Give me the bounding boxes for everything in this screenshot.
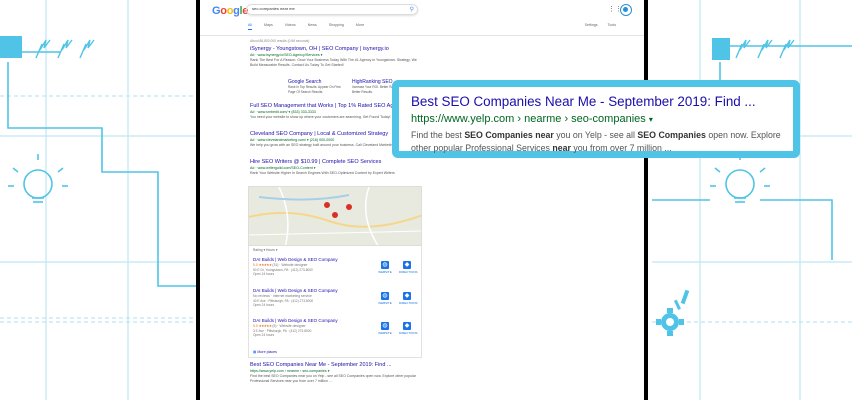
listing-meta: 50 E Dr, Youngstown, PA · (412) 273-8000…: [253, 268, 313, 277]
search-tools: Settings Tools: [585, 23, 616, 27]
globe-icon: ◍: [381, 292, 389, 300]
result-snippet: Find the best SEO Companies near you on …: [250, 374, 416, 383]
star-rating-icon: ★★★★★: [258, 263, 272, 267]
directions-icon: ◆: [403, 292, 411, 300]
website-button[interactable]: ◍ WEBSITE: [377, 261, 393, 274]
callout-snippet: Find the best SEO Companies near you on …: [411, 129, 786, 155]
search-input[interactable]: seo companies near me ⚲: [246, 4, 418, 15]
search-result-yelp: Best SEO Companies Near Me - September 2…: [250, 362, 550, 384]
result-snippet: Rank The Best For A Reason. Grow Your Bu…: [250, 58, 417, 67]
directions-label: DIRECTIONS: [399, 270, 418, 274]
listing-meta: 3 E Ave · Pittsburgh, PA · (412) 273-800…: [253, 329, 312, 338]
star-rating-icon: ★★★★★: [258, 324, 272, 328]
listing-rating: No reviews · Internet marketing service: [253, 294, 419, 298]
website-label: WEBSITE: [378, 270, 392, 274]
result-snippet: Rank Your Website Higher In Search Engin…: [250, 171, 395, 175]
google-header: Google seo companies near me ⚲ All Maps …: [200, 0, 644, 36]
listing-name[interactable]: DAI Builds | Web Design & SEO Company: [253, 288, 419, 293]
callout-url-text: https://www.yelp.com › nearme › seo-comp…: [411, 113, 646, 125]
search-query: seo companies near me: [252, 6, 295, 11]
globe-icon: ◍: [381, 261, 389, 269]
directions-button[interactable]: ◆ DIRECTIONS: [399, 322, 418, 335]
snippet-keyword: SEO Companies near: [464, 130, 554, 140]
chevron-down-icon[interactable]: ▾: [649, 115, 653, 124]
callout-title-link[interactable]: Best SEO Companies Near Me - September 2…: [411, 94, 756, 109]
sitelink: Google Search Rank In Top Results. Appea…: [288, 79, 348, 94]
search-tabs: All Maps Videos News Shopping More: [248, 23, 364, 30]
more-places-link[interactable]: More places: [253, 350, 277, 354]
directions-button[interactable]: ◆ DIRECTIONS: [399, 261, 418, 274]
result-title-link[interactable]: Hire SEO Writers @ $10.99 | Complete SEO…: [250, 159, 550, 165]
rating-value: 5.0: [253, 324, 258, 328]
local-pack: Rating ▾ Hours ▾ DAI Builds | Web Design…: [248, 246, 422, 358]
website-button[interactable]: ◍ WEBSITE: [377, 292, 393, 305]
search-icon[interactable]: ⚲: [410, 6, 414, 13]
avatar[interactable]: [620, 4, 632, 16]
website-label: WEBSITE: [378, 301, 392, 305]
tab-videos[interactable]: Videos: [285, 23, 296, 30]
search-result: Hire SEO Writers @ $10.99 | Complete SEO…: [250, 159, 550, 176]
result-url[interactable]: Ad · www.writerguild.com/SEO-Content ▾: [250, 166, 550, 170]
listing-name[interactable]: DAI Builds | Web Design & SEO Company: [253, 318, 419, 323]
directions-label: DIRECTIONS: [399, 331, 418, 335]
snippet-text: you on Yelp - see all: [553, 130, 638, 140]
zoomed-result-callout: Best SEO Companies Near Me - September 2…: [392, 80, 800, 158]
result-title-link[interactable]: iSynergy - Youngstown, OH | SEO Company …: [250, 46, 550, 52]
rating-value: 5.0: [253, 263, 258, 267]
result-title-link[interactable]: Best SEO Companies Near Me - September 2…: [250, 362, 550, 368]
snippet-text: you from over 7 million ...: [570, 143, 672, 153]
local-listing[interactable]: DAI Builds | Web Design & SEO Company 5.…: [253, 257, 419, 287]
tools-link[interactable]: Tools: [608, 23, 616, 27]
map-image: [249, 187, 421, 245]
local-listing[interactable]: DAI Builds | Web Design & SEO Company 5.…: [253, 318, 419, 348]
local-map[interactable]: [248, 186, 422, 246]
results-count: About 86,800,000 results (0.66 seconds): [250, 39, 310, 43]
logo-letter: G: [212, 5, 221, 17]
review-count: (31) · Website designer: [272, 263, 308, 267]
search-result: iSynergy - Youngstown, OH | SEO Company …: [250, 46, 550, 68]
settings-link[interactable]: Settings: [585, 23, 598, 27]
website-label: WEBSITE: [378, 331, 392, 335]
tab-all[interactable]: All: [248, 23, 252, 30]
result-url[interactable]: https://www.yelp.com › nearme › seo-comp…: [250, 369, 550, 373]
google-logo[interactable]: Google: [212, 5, 248, 17]
local-listing[interactable]: DAI Builds | Web Design & SEO Company No…: [253, 288, 419, 318]
review-count: (5) · Website designer: [272, 324, 306, 328]
serp-screenshot: Google seo companies near me ⚲ All Maps …: [196, 0, 648, 400]
snippet-keyword: near: [552, 143, 571, 153]
tab-news[interactable]: News: [308, 23, 317, 30]
review-count: No reviews · Internet marketing service: [253, 294, 312, 298]
listing-rating: 5.0 ★★★★★ (31) · Website designer: [253, 263, 419, 267]
tab-more[interactable]: More: [356, 23, 364, 30]
result-url[interactable]: Ad · www.isynergy.io/SEO-Agency/Services…: [250, 53, 550, 57]
snippet-text: Find the best: [411, 130, 465, 140]
tab-maps[interactable]: Maps: [264, 23, 273, 30]
local-filters[interactable]: Rating ▾ Hours ▾: [253, 248, 277, 252]
listing-name[interactable]: DAI Builds | Web Design & SEO Company: [253, 257, 419, 262]
tab-shopping[interactable]: Shopping: [329, 23, 344, 30]
directions-button[interactable]: ◆ DIRECTIONS: [399, 292, 418, 305]
listing-rating: 5.0 ★★★★★ (5) · Website designer: [253, 324, 419, 328]
globe-icon: ◍: [381, 322, 389, 330]
listing-meta: 40 E Ave · Pittsburgh, PA · (412) 273-80…: [253, 299, 314, 308]
sitelink-desc: Rank In Top Results. Appear On First Pag…: [288, 85, 341, 94]
callout-url[interactable]: https://www.yelp.com › nearme › seo-comp…: [411, 113, 653, 125]
directions-label: DIRECTIONS: [399, 301, 418, 305]
website-button[interactable]: ◍ WEBSITE: [377, 322, 393, 335]
directions-icon: ◆: [403, 322, 411, 330]
directions-icon: ◆: [403, 261, 411, 269]
snippet-keyword: SEO Companies: [637, 130, 706, 140]
